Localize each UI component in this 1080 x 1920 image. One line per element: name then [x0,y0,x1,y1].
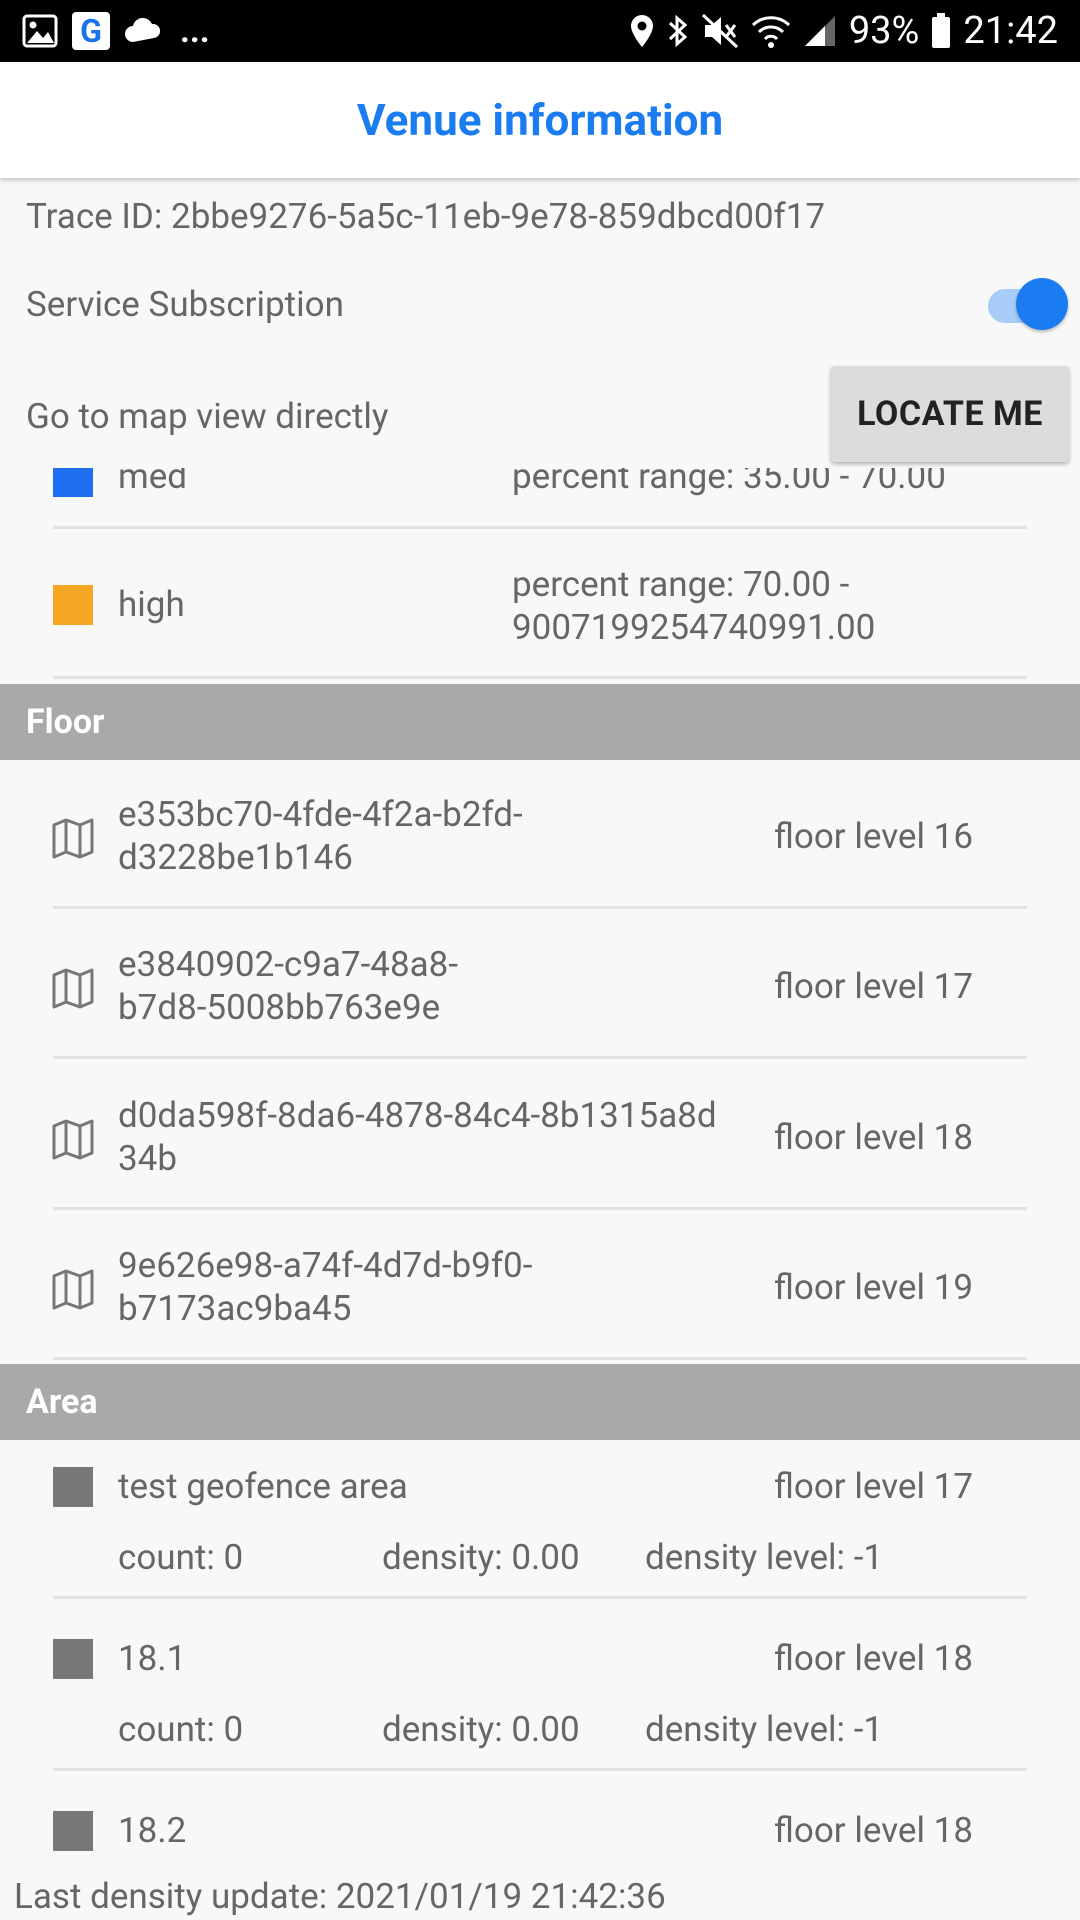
signal-icon [803,14,837,48]
divider [53,1768,1027,1771]
floor-level: floor level 18 [774,1810,974,1851]
divider [53,526,1027,529]
density-level-name: med [118,468,187,497]
map-icon [52,968,94,1009]
divider [53,1357,1027,1360]
density-level-name: high [118,584,185,625]
area-count: count: 0 [118,1709,244,1750]
floor-level: floor level 18 [774,1638,974,1679]
clock: 21:42 [963,9,1058,53]
floor-id: d0da598f-8da6-4878-84c4-8b1315a8d [118,1095,717,1136]
venue-details-list[interactable]: med percent range: 35.00 - 70.00 high pe… [0,468,1080,1880]
area-density: density: 0.00 [382,1537,580,1578]
floor-id: d3228be1b146 [118,837,353,878]
floor-id: e3840902-c9a7-48a8- [118,944,459,985]
area-count: count: 0 [118,1537,244,1578]
battery-icon [931,13,951,49]
divider [53,906,1027,909]
floor-id: 9e626e98-a74f-4d7d-b9f0- [118,1245,533,1286]
divider [53,676,1027,679]
floor-level: floor level 16 [774,816,974,857]
area-name: test geofence area [118,1466,408,1507]
go-to-map-label: Go to map view directly [26,396,389,437]
density-level-range: percent range: 70.00 - [512,564,850,605]
service-subscription-label: Service Subscription [26,284,344,325]
battery-percent: 93% [848,9,920,53]
density-level-range: percent range: 35.00 - 70.00 [512,468,946,497]
floor-level: floor level 17 [774,1466,974,1507]
mute-icon [701,13,739,49]
floor-id: b7d8-5008bb763e9e [118,987,441,1028]
divider [53,1207,1027,1210]
cloud-icon [124,18,162,44]
app-bar: Venue information [0,62,1080,178]
area-density-level: density level: -1 [645,1537,884,1578]
area-swatch [53,1639,93,1679]
status-bar: G ... 93% 21:42 [0,0,1080,62]
floor-level: floor level 18 [774,1117,974,1158]
area-section-header: Area [0,1364,1080,1440]
toggle-thumb [1016,278,1068,330]
location-icon [629,13,655,49]
service-subscription-toggle[interactable] [988,278,1068,330]
locate-me-button[interactable]: LOCATE ME [831,366,1069,462]
overflow-indicator: ... [180,11,210,51]
floor-section-header: Floor [0,684,1080,760]
area-density: density: 0.00 [382,1709,580,1750]
high-density-swatch [53,585,93,625]
floor-id: e353bc70-4fde-4f2a-b2fd- [118,794,523,835]
med-density-swatch [53,468,93,497]
map-icon [52,818,94,859]
area-density-level: density level: -1 [645,1709,884,1750]
g-app-icon: G [72,12,110,50]
area-swatch [53,1467,93,1507]
area-name: 18.1 [118,1638,187,1679]
floor-level: floor level 19 [774,1267,974,1308]
divider [53,1056,1027,1059]
divider [53,1596,1027,1599]
area-name: 18.2 [118,1810,187,1851]
wifi-icon [751,13,791,49]
image-icon [22,14,58,48]
last-density-update: Last density update: 2021/01/19 21:42:36 [14,1876,666,1917]
floor-id: 34b [118,1138,177,1179]
map-icon [52,1269,94,1310]
density-level-range: 9007199254740991.00 [512,607,876,648]
floor-id: b7173ac9ba45 [118,1288,352,1329]
map-icon [52,1119,94,1160]
bluetooth-icon [667,13,689,49]
trace-id: Trace ID: 2bbe9276-5a5c-11eb-9e78-859dbc… [26,196,826,237]
floor-level: floor level 17 [774,966,974,1007]
page-title: Venue information [356,94,724,146]
area-swatch [53,1811,93,1851]
